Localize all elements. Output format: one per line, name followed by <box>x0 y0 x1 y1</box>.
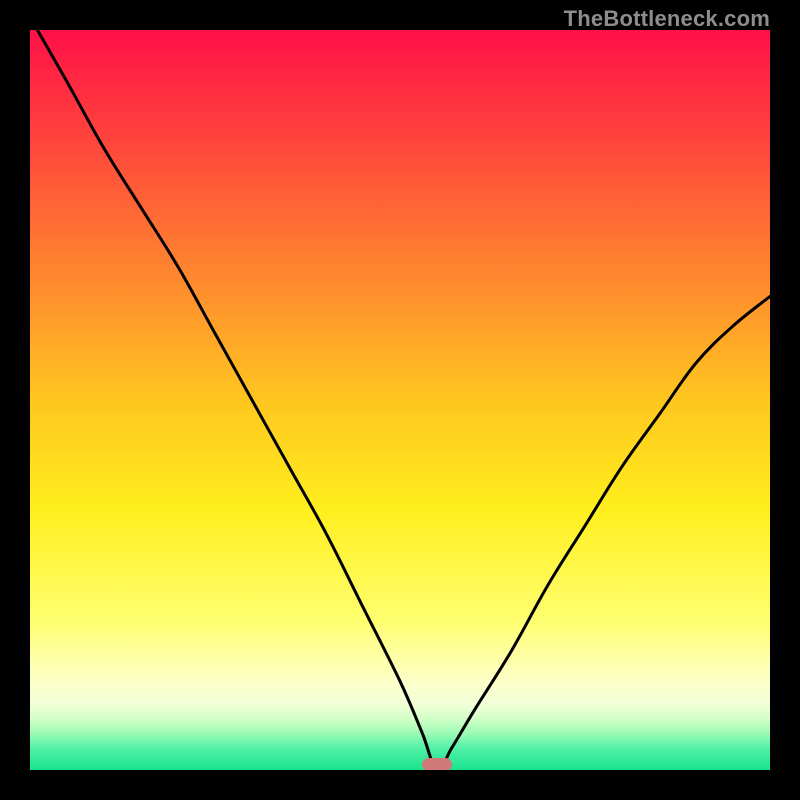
bottleneck-curve <box>30 30 770 770</box>
minimum-marker <box>422 758 452 770</box>
watermark-label: TheBottleneck.com <box>564 6 770 32</box>
chart-frame: TheBottleneck.com <box>0 0 800 800</box>
plot-area <box>30 30 770 770</box>
